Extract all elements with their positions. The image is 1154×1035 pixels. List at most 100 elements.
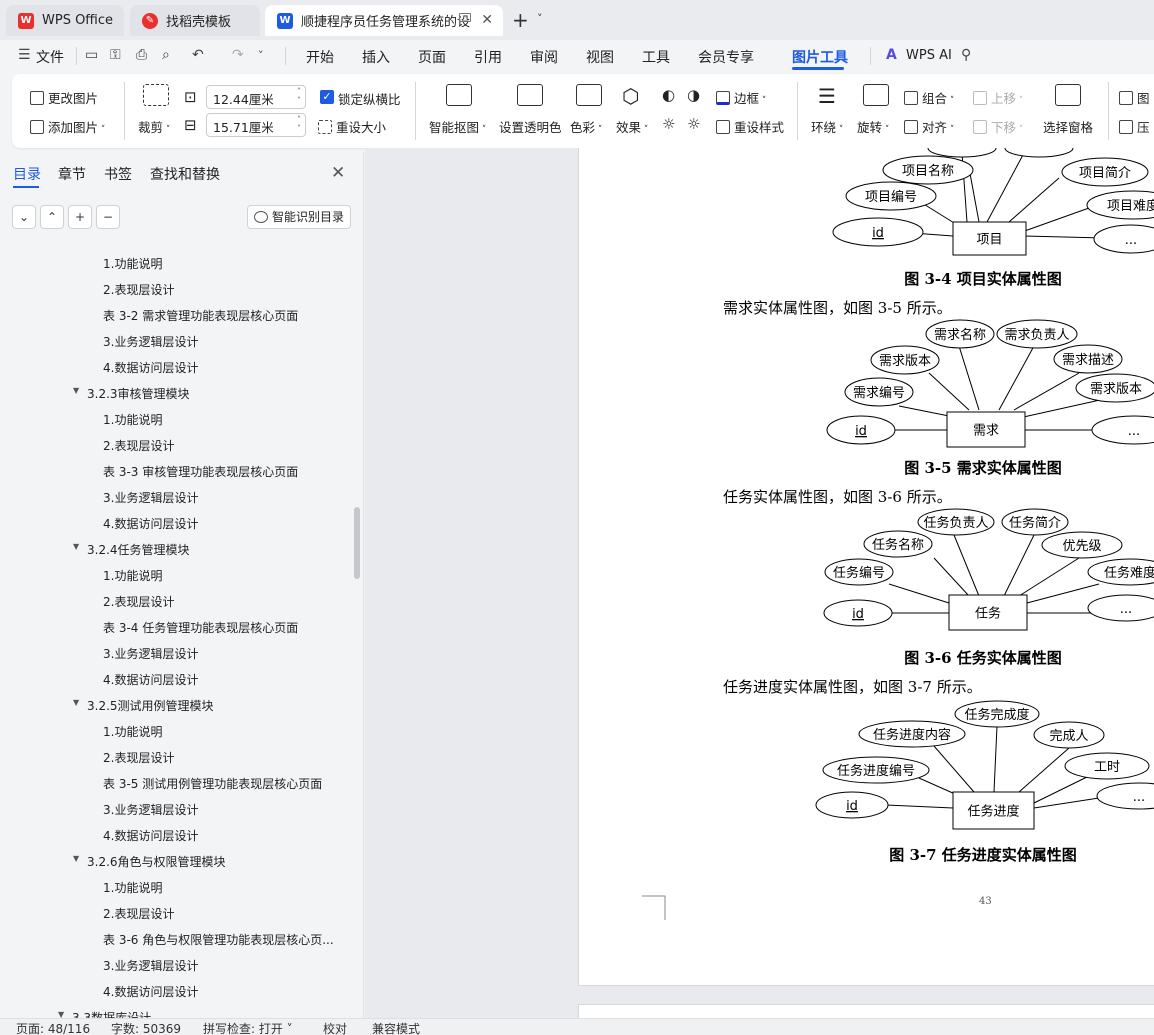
effect-button[interactable]: 效果 xyxy=(616,117,648,136)
new-tab-plus-icon[interactable]: + xyxy=(512,8,529,32)
height-spinner[interactable]: ˄ ˅ xyxy=(297,115,301,133)
nav-tab-find-replace[interactable]: 查找和替换 xyxy=(150,164,220,184)
toc-item[interactable]: 表 3-2 需求管理功能表现层核心页面 xyxy=(0,304,352,326)
menu-tools[interactable]: 工具 xyxy=(642,47,670,67)
toc-item[interactable]: 4.数据访问层设计 xyxy=(0,512,352,534)
toc-item[interactable]: 2.表现层设计 xyxy=(0,590,352,612)
wrap-icon[interactable]: ☰ xyxy=(818,84,836,108)
remove-heading-button[interactable]: − xyxy=(96,205,120,229)
contrast-icon[interactable]: ◑ xyxy=(687,86,700,104)
toc-item[interactable]: 3.业务逻辑层设计 xyxy=(0,954,352,976)
effect-cube-icon[interactable]: ⬡ xyxy=(622,84,639,108)
toc-item[interactable]: 表 3-5 测试用例管理功能表现层核心页面 xyxy=(0,772,352,794)
contrast-down-icon[interactable]: ☼ xyxy=(687,115,700,133)
rotate-button[interactable]: 旋转 xyxy=(857,117,889,136)
change-picture-button[interactable]: 更改图片 xyxy=(30,88,98,107)
rotate-icon[interactable] xyxy=(863,84,889,106)
tab-docer-templates[interactable]: ✎ 找稻壳模板 xyxy=(130,5,260,36)
transparent-color-icon[interactable] xyxy=(517,84,543,106)
toc-item[interactable]: 1.功能说明 xyxy=(0,252,352,274)
toc-item[interactable]: 3.业务逻辑层设计 xyxy=(0,798,352,820)
smart-cutout-icon[interactable] xyxy=(446,84,472,106)
tab-wps-office[interactable]: W WPS Office xyxy=(6,5,124,36)
close-tab-icon[interactable]: ✕ xyxy=(481,12,493,28)
move-up-button[interactable]: 上移 xyxy=(973,88,1023,107)
toc-item[interactable]: 2.表现层设计 xyxy=(0,434,352,456)
wrap-button[interactable]: 环绕 xyxy=(811,117,843,136)
hamburger-menu-icon[interactable]: ☰ xyxy=(18,47,31,63)
nav-tab-bookmark[interactable]: 书签 xyxy=(104,164,132,184)
nav-tab-toc[interactable]: 目录 xyxy=(13,164,41,184)
redo-icon[interactable]: ↷ xyxy=(232,47,244,63)
border-button[interactable]: 边框 xyxy=(716,88,766,107)
menu-wps-ai[interactable]: WPS AI xyxy=(906,48,952,63)
menu-review[interactable]: 审阅 xyxy=(530,47,558,67)
toc-item[interactable]: 1.功能说明 xyxy=(0,408,352,430)
crop-button[interactable]: 裁剪 xyxy=(138,117,170,136)
toc-item[interactable]: 3.业务逻辑层设计 xyxy=(0,486,352,508)
toc-item[interactable]: 1.功能说明 xyxy=(0,720,352,742)
toc-item[interactable]: 4.数据访问层设计 xyxy=(0,824,352,846)
menu-picture-tools[interactable]: 图片工具 xyxy=(792,47,848,67)
toc-item[interactable]: 4.数据访问层设计 xyxy=(0,980,352,1002)
close-pane-icon[interactable]: ✕ xyxy=(331,163,345,183)
reset-size-button[interactable]: 重设大小 xyxy=(318,117,386,136)
word-count[interactable]: 字数: 50369 xyxy=(111,1020,181,1035)
undo-icon[interactable]: ↶ xyxy=(192,47,204,63)
toc-item[interactable]: 4.数据访问层设计 xyxy=(0,356,352,378)
chevron-down-icon[interactable]: ˅ xyxy=(537,12,543,25)
toc-item[interactable]: 3.业务逻辑层设计 xyxy=(0,642,352,664)
expand-arrow-icon[interactable]: ▼ xyxy=(73,542,79,551)
collapse-down-button[interactable]: ⌄ xyxy=(12,205,36,229)
more-button-2[interactable]: 压 xyxy=(1119,117,1150,136)
proofread-button[interactable]: 校对 xyxy=(323,1020,347,1035)
page-count[interactable]: 页面: 48/116 xyxy=(16,1020,90,1035)
toc-item[interactable]: 2.表现层设计 xyxy=(0,746,352,768)
toc-item[interactable]: 1.功能说明 xyxy=(0,564,352,586)
menu-view[interactable]: 视图 xyxy=(586,47,614,67)
toc-item[interactable]: ▼ 3.2.4任务管理模块 xyxy=(0,538,352,560)
reset-style-button[interactable]: 重设样式 xyxy=(716,117,784,136)
toc-item[interactable]: ▼ 3.2.3审核管理模块 xyxy=(0,382,352,404)
selection-pane-button[interactable]: 选择窗格 xyxy=(1043,117,1093,136)
menu-page[interactable]: 页面 xyxy=(418,47,446,67)
more-button-1[interactable]: 图 xyxy=(1119,88,1150,107)
crop-icon[interactable] xyxy=(143,84,169,106)
smart-toc-button[interactable]: 智能识别目录 xyxy=(247,205,351,229)
height-input[interactable]: 15.71厘米 ˄ ˅ xyxy=(206,113,306,137)
toc-item[interactable]: 1.功能说明 xyxy=(0,876,352,898)
brightness-down-icon[interactable]: ☼ xyxy=(662,115,675,133)
brightness-icon[interactable]: ◐ xyxy=(662,86,675,104)
print-icon[interactable]: ⎙ xyxy=(136,47,147,63)
set-transparent-button[interactable]: 设置透明色 xyxy=(499,117,562,136)
add-picture-button[interactable]: 添加图片 xyxy=(30,117,105,136)
save-icon[interactable]: ▭ xyxy=(85,47,98,63)
group-button[interactable]: 组合 xyxy=(904,88,954,107)
add-heading-button[interactable]: + xyxy=(68,205,92,229)
expand-arrow-icon[interactable]: ▼ xyxy=(73,386,79,395)
expand-arrow-icon[interactable]: ▼ xyxy=(73,698,79,707)
move-down-button[interactable]: 下移 xyxy=(973,117,1023,136)
toc-item[interactable]: ▼ 3.2.6角色与权限管理模块 xyxy=(0,850,352,872)
toc-item[interactable]: 表 3-3 审核管理功能表现层核心页面 xyxy=(0,460,352,482)
color-icon[interactable] xyxy=(576,84,602,106)
monitor-icon[interactable] xyxy=(459,13,471,22)
search-icon[interactable]: ⚲ xyxy=(961,47,971,63)
spell-check-toggle[interactable]: 拼写检查: 打开 ˅ xyxy=(203,1020,293,1035)
toc-item[interactable]: ▼ 3.2.5测试用例管理模块 xyxy=(0,694,352,716)
width-input[interactable]: 12.44厘米 ˄ ˅ xyxy=(206,85,306,109)
expand-arrow-icon[interactable]: ▼ xyxy=(73,854,79,863)
toc-item[interactable]: 表 3-6 角色与权限管理功能表现层核心页... xyxy=(0,928,352,950)
nav-tab-chapter[interactable]: 章节 xyxy=(58,164,86,184)
menu-file[interactable]: 文件 xyxy=(36,47,64,67)
print-preview-icon[interactable]: ⌕ xyxy=(162,47,170,63)
toc-item[interactable]: 表 3-4 任务管理功能表现层核心页面 xyxy=(0,616,352,638)
toc-item[interactable]: 3.业务逻辑层设计 xyxy=(0,330,352,352)
width-spinner[interactable]: ˄ ˅ xyxy=(297,87,301,105)
collapse-up-button[interactable]: ⌃ xyxy=(40,205,64,229)
menu-insert[interactable]: 插入 xyxy=(362,47,390,67)
menu-references[interactable]: 引用 xyxy=(474,47,502,67)
color-button[interactable]: 色彩 xyxy=(570,117,602,136)
more-chevron-icon[interactable]: ˅ xyxy=(258,49,264,62)
selection-pane-icon[interactable] xyxy=(1055,84,1081,106)
